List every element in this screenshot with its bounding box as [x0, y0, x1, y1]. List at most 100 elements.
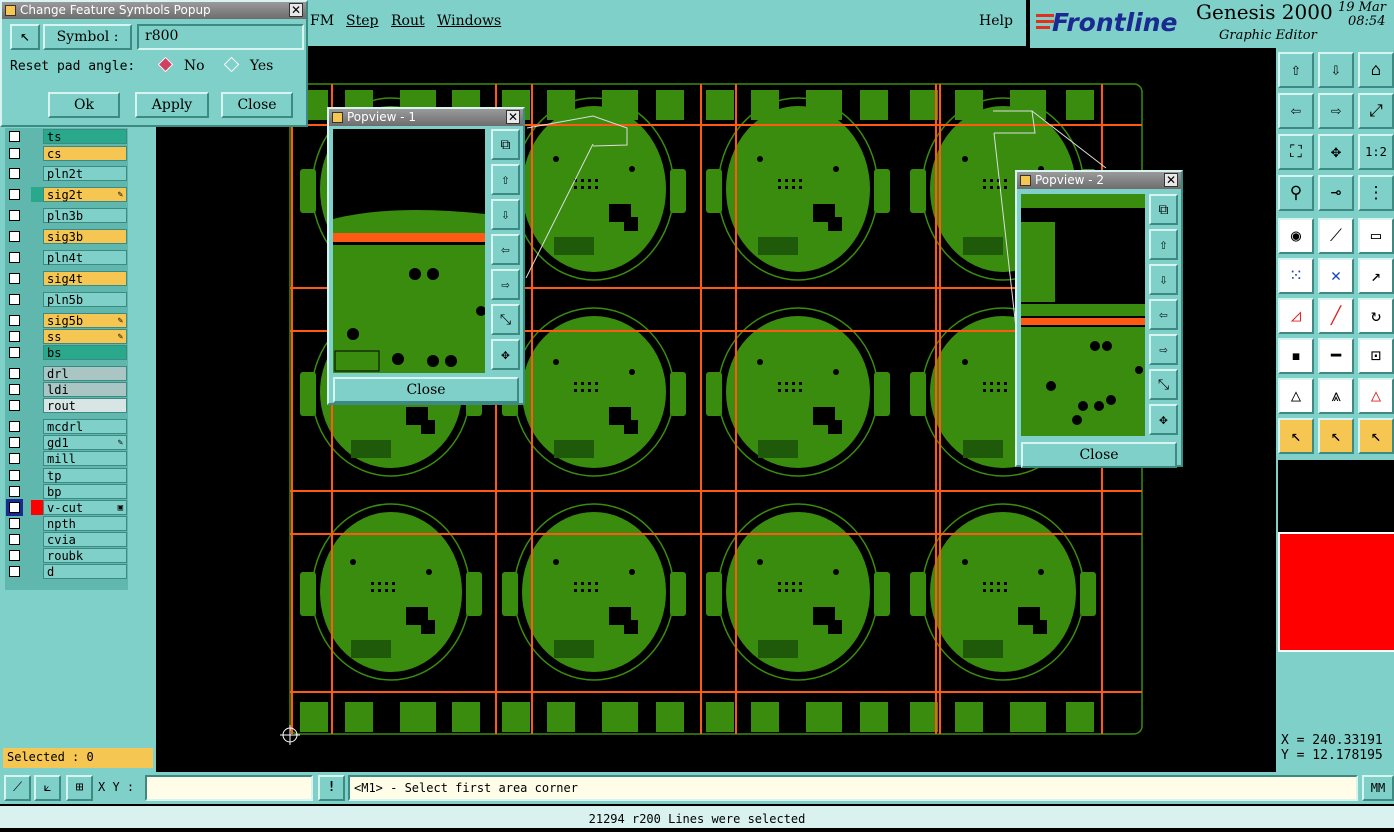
- layer-checkbox[interactable]: [9, 368, 20, 379]
- arc-icon[interactable]: ↗: [1358, 258, 1394, 294]
- layer-checkbox[interactable]: [9, 437, 20, 448]
- layer-row-mill[interactable]: mill: [5, 451, 128, 466]
- window-menu-icon[interactable]: [332, 112, 343, 123]
- zoom-home-icon[interactable]: ⇧: [1278, 52, 1314, 88]
- layer-checkbox[interactable]: [9, 453, 20, 464]
- layer-checkbox[interactable]: [9, 210, 20, 221]
- layer-checkbox[interactable]: [9, 421, 20, 432]
- symbol-button[interactable]: Symbol :: [43, 24, 132, 50]
- close-button[interactable]: Close: [221, 92, 293, 118]
- layer-color-swatch[interactable]: [31, 468, 43, 483]
- window-menu-icon[interactable]: [5, 5, 16, 16]
- layer-color-swatch[interactable]: [31, 382, 43, 397]
- layer-checkbox[interactable]: [9, 168, 20, 179]
- layer-row-tp[interactable]: tp: [5, 468, 128, 483]
- symbol-input[interactable]: r800: [137, 24, 304, 50]
- pad-select-icon[interactable]: ▪: [1278, 338, 1314, 374]
- scale-1-2-icon[interactable]: 1:2: [1358, 134, 1394, 170]
- layer-row-v-cut[interactable]: v-cut ▣: [5, 499, 128, 516]
- layer-color-swatch[interactable]: [31, 532, 43, 547]
- layer-color-swatch[interactable]: [31, 419, 43, 434]
- layer-color-swatch[interactable]: [31, 146, 43, 161]
- layer-row-sig5b[interactable]: sig5b ✎: [5, 313, 128, 328]
- pan-right-icon[interactable]: ⇨: [1149, 334, 1178, 365]
- layer-checkbox[interactable]: [6, 499, 23, 516]
- menu-help[interactable]: Help: [979, 13, 1013, 29]
- popview-2-preview[interactable]: [1021, 194, 1145, 436]
- measure-icon[interactable]: ⚲: [1278, 175, 1314, 211]
- pointer-box-icon[interactable]: ↖: [1318, 418, 1354, 454]
- layer-checkbox[interactable]: [9, 273, 20, 284]
- layer-checkbox[interactable]: [9, 331, 20, 342]
- pan-right-icon[interactable]: ⇨: [1318, 93, 1354, 129]
- menu-rout[interactable]: Rout: [391, 13, 425, 29]
- layer-checkbox[interactable]: [9, 252, 20, 263]
- layer-row-cvia[interactable]: cvia: [5, 532, 128, 547]
- layer-color-swatch[interactable]: [31, 329, 43, 344]
- layer-checkbox[interactable]: [9, 294, 20, 305]
- layer-color-swatch[interactable]: [31, 271, 43, 286]
- triangle-icon[interactable]: △: [1278, 378, 1314, 414]
- layer-color-swatch[interactable]: [31, 166, 43, 181]
- layer-checkbox[interactable]: [9, 470, 20, 481]
- layer-checkbox[interactable]: [9, 566, 20, 577]
- layer-row-npth[interactable]: npth: [5, 516, 128, 531]
- layer-row-gd1[interactable]: gd1 ✎: [5, 435, 128, 450]
- layer-row-sig3b[interactable]: sig3b: [5, 229, 128, 244]
- rotate-icon[interactable]: ↻: [1358, 298, 1394, 334]
- fit-screen-icon[interactable]: ⛶: [1278, 134, 1314, 170]
- fit-icon[interactable]: ✥: [491, 339, 520, 370]
- window-menu-icon[interactable]: [1020, 175, 1031, 186]
- draw-line-icon[interactable]: ╱: [1318, 298, 1354, 334]
- layer-row-rout[interactable]: rout: [5, 398, 128, 413]
- close-icon[interactable]: ✕: [289, 3, 303, 17]
- snap-icon[interactable]: ⊸: [1318, 175, 1354, 211]
- message-icon[interactable]: !: [318, 775, 345, 801]
- pointer-icon[interactable]: ↖: [1278, 418, 1314, 454]
- radio-no[interactable]: No: [157, 56, 205, 74]
- layer-color-swatch[interactable]: [31, 398, 43, 413]
- layer-row-mcdrl[interactable]: mcdrl: [5, 419, 128, 434]
- layer-checkbox[interactable]: [9, 148, 20, 159]
- pan-down-icon[interactable]: ⇩: [491, 199, 520, 230]
- radio-yes[interactable]: Yes: [223, 56, 273, 74]
- zoom-window-icon[interactable]: ⧉: [491, 129, 520, 160]
- layer-color-swatch[interactable]: [31, 548, 43, 563]
- menu-step[interactable]: Step: [346, 13, 378, 29]
- triangle-red-icon[interactable]: △: [1358, 378, 1394, 414]
- pan-right-icon[interactable]: ⇨: [491, 269, 520, 300]
- layer-row-pln4t[interactable]: pln4t: [5, 250, 128, 265]
- layer-checkbox[interactable]: [9, 486, 20, 497]
- menu-fm[interactable]: FM: [310, 13, 334, 29]
- pan-up-icon[interactable]: ⇧: [1149, 229, 1178, 260]
- layer-color-swatch[interactable]: [31, 366, 43, 381]
- layer-color-swatch[interactable]: [31, 451, 43, 466]
- triangle-up-icon[interactable]: ⩓: [1318, 378, 1354, 414]
- popview-2-close-button[interactable]: Close: [1021, 442, 1177, 468]
- layer-color-swatch[interactable]: [31, 208, 43, 223]
- zoom-out-icon[interactable]: ⤡: [491, 304, 520, 335]
- layer-row-d[interactable]: d: [5, 564, 128, 579]
- menu-windows[interactable]: Windows: [437, 13, 501, 29]
- layer-checkbox[interactable]: [9, 400, 20, 411]
- layer-row-ss[interactable]: ss ✎: [5, 329, 128, 344]
- layer-row-pln5b[interactable]: pln5b: [5, 292, 128, 307]
- pad-icon[interactable]: ◉: [1278, 218, 1314, 254]
- layer-color-swatch[interactable]: [31, 292, 43, 307]
- layer-row-pln2t[interactable]: pln2t: [5, 166, 128, 181]
- line-icon[interactable]: ⟋: [1318, 218, 1354, 254]
- layer-checkbox[interactable]: [9, 315, 20, 326]
- layer-row-pln3b[interactable]: pln3b: [5, 208, 128, 223]
- pan-left-icon[interactable]: ⇦: [1149, 299, 1178, 330]
- layer-color-swatch[interactable]: [31, 500, 43, 515]
- box-select-icon[interactable]: ⊡: [1358, 338, 1394, 374]
- layer-color-swatch[interactable]: [31, 435, 43, 450]
- zoom-ratio-icon[interactable]: ⤢: [1358, 93, 1394, 129]
- apply-button[interactable]: Apply: [135, 92, 209, 118]
- layer-checkbox[interactable]: [9, 189, 20, 200]
- pointer-circle-icon[interactable]: ↖: [1358, 418, 1394, 454]
- xy-input[interactable]: [145, 775, 313, 801]
- snap-mode-icon[interactable]: ⟀: [34, 775, 61, 801]
- select-symbol-icon[interactable]: ↖: [10, 24, 40, 50]
- cross-icon[interactable]: ✕: [1318, 258, 1354, 294]
